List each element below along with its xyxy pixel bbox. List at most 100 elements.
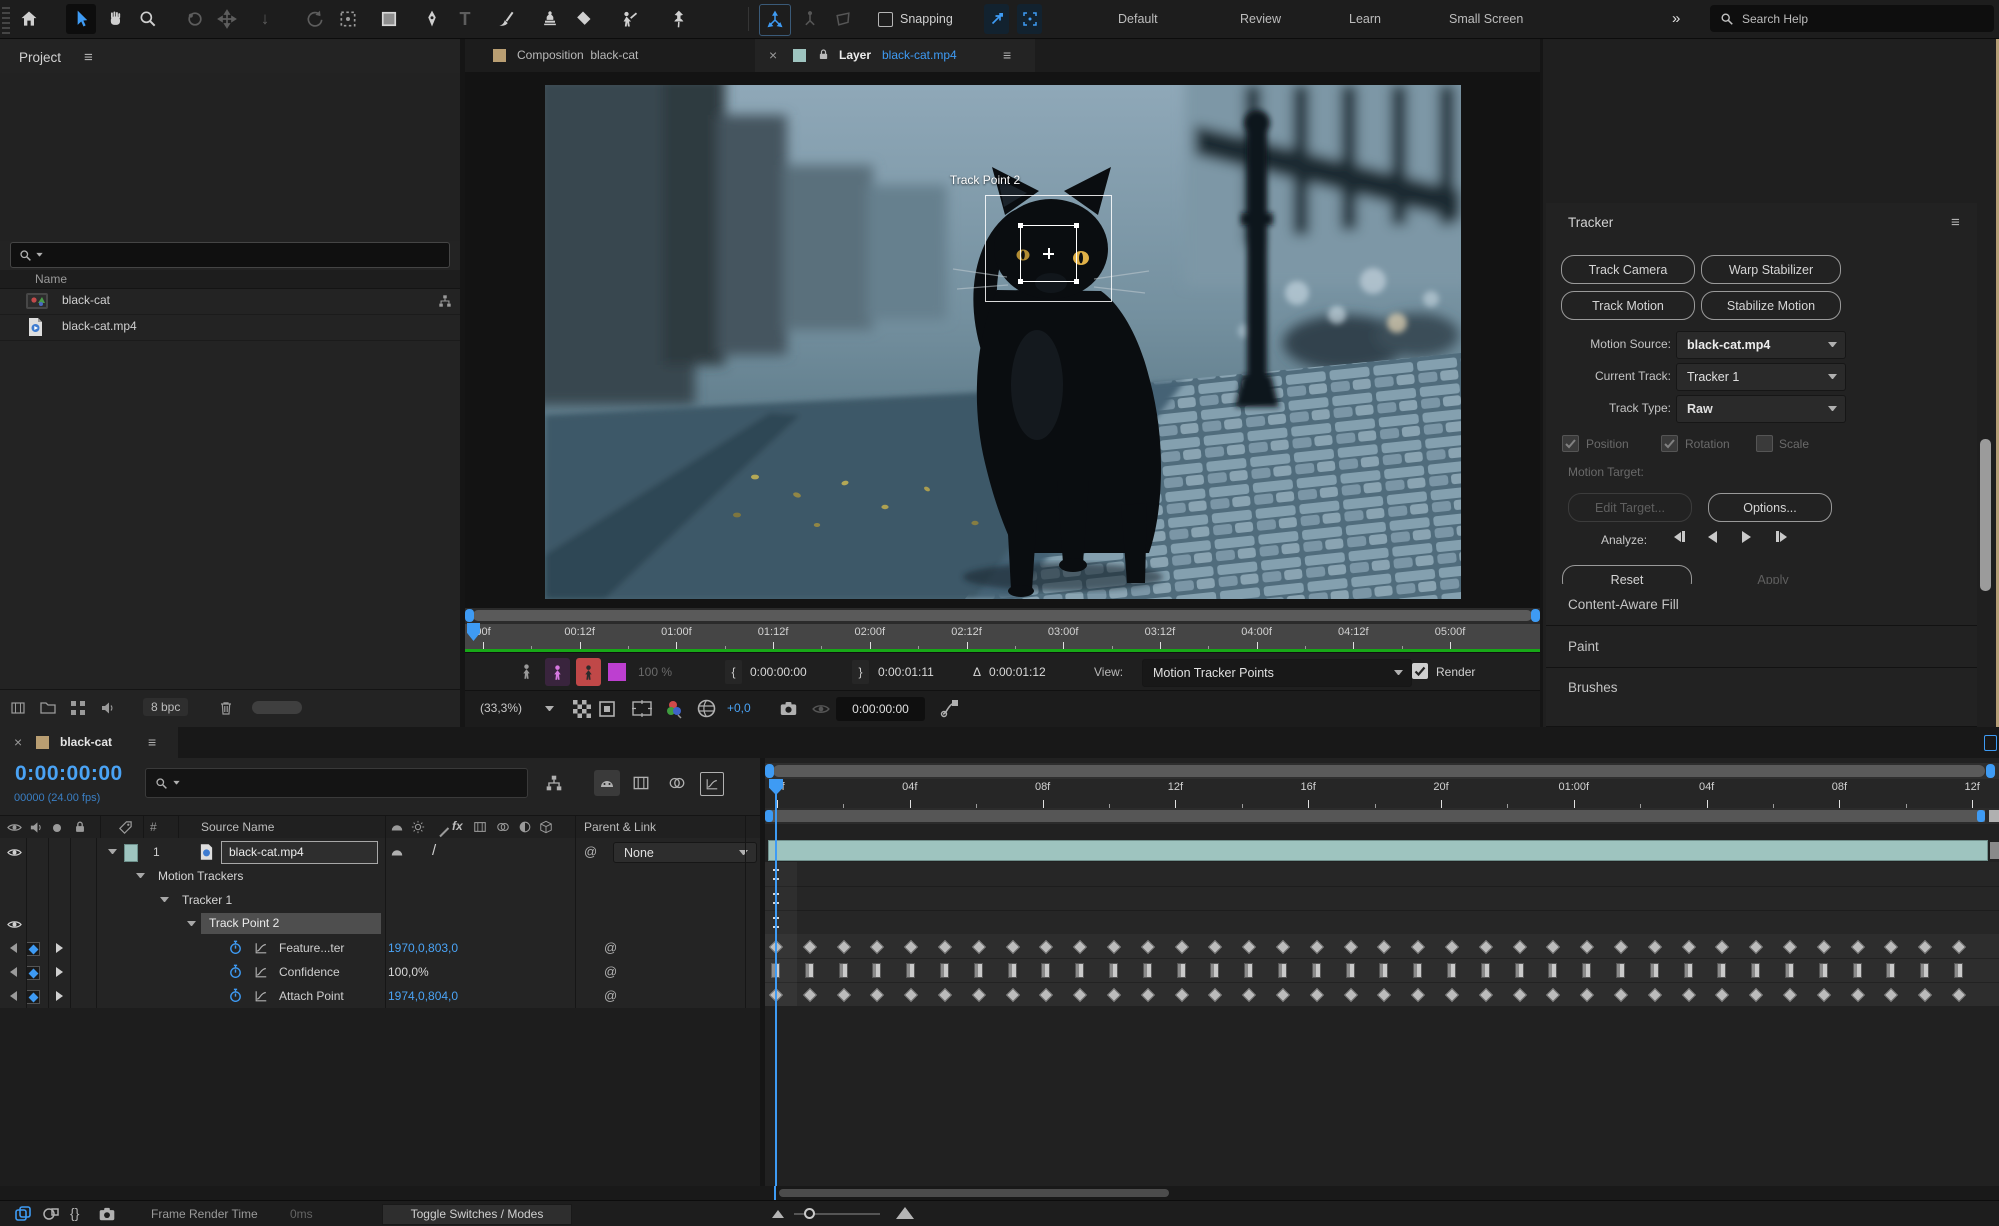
keyframe-marker[interactable] bbox=[1343, 987, 1358, 1003]
work-area-span[interactable] bbox=[769, 810, 1985, 822]
current-track-dropdown[interactable]: Tracker 1 bbox=[1676, 363, 1846, 391]
scale-checkbox[interactable] bbox=[1756, 435, 1773, 452]
eraser-tool[interactable] bbox=[568, 4, 598, 34]
property-value[interactable]: 100,0% bbox=[388, 960, 429, 984]
keyframe-marker[interactable] bbox=[1073, 987, 1088, 1003]
keyframe-marker[interactable] bbox=[1649, 963, 1659, 978]
bit-depth-button[interactable]: 8 bpc bbox=[143, 698, 189, 716]
stopwatch-icon[interactable] bbox=[228, 964, 243, 979]
keyframe-marker[interactable] bbox=[1920, 963, 1930, 978]
zoom-tool[interactable] bbox=[133, 4, 163, 34]
property-pickwhip-icon[interactable]: @ bbox=[604, 940, 617, 955]
keyframe-marker[interactable] bbox=[904, 939, 919, 955]
layer-quality-icon[interactable]: / bbox=[432, 842, 436, 859]
motion-source-dropdown[interactable]: black-cat.mp4 bbox=[1676, 331, 1846, 359]
track-point-eye-icon[interactable] bbox=[7, 917, 22, 932]
hand-tool[interactable] bbox=[100, 4, 130, 34]
viewer-time-ruler[interactable]: 00f 00:12f 01:00f 01:12f 02:00f 02:12f 03:00f 0… bbox=[465, 623, 1540, 650]
work-area-end-handle[interactable] bbox=[1977, 810, 1985, 822]
property-graph-icon[interactable] bbox=[254, 965, 268, 979]
project-item-footage[interactable]: black-cat.mp4 bbox=[0, 314, 460, 341]
keyframe-marker[interactable] bbox=[904, 987, 919, 1003]
render-order-icon[interactable] bbox=[42, 1205, 60, 1223]
render-checkbox[interactable] bbox=[1412, 663, 1428, 679]
tracker-attach-point-crosshair[interactable] bbox=[1048, 248, 1050, 259]
layer-parent-pickwhip-icon[interactable]: @ bbox=[584, 844, 597, 859]
options-button[interactable]: Options... bbox=[1708, 493, 1832, 522]
prev-keyframe-button[interactable] bbox=[10, 943, 17, 953]
track-type-dropdown[interactable]: Raw bbox=[1676, 395, 1846, 423]
keyframe-marker[interactable] bbox=[1444, 987, 1460, 1003]
next-keyframe-button[interactable] bbox=[56, 967, 63, 977]
layer-bar-end-cap[interactable] bbox=[1990, 842, 1999, 859]
work-area-bar[interactable] bbox=[765, 808, 1999, 824]
viewer-scroll-cap-right[interactable] bbox=[1531, 609, 1540, 622]
keyframe-marker[interactable] bbox=[1886, 963, 1896, 978]
analyze-backward-button[interactable] bbox=[1708, 531, 1717, 546]
prev-keyframe-button[interactable] bbox=[10, 967, 17, 977]
composition-mini-flowchart-icon[interactable] bbox=[545, 774, 563, 792]
rotation-tool[interactable] bbox=[300, 4, 330, 34]
composition-tab[interactable]: Composition black-cat bbox=[517, 48, 638, 62]
keyframe-marker[interactable] bbox=[1749, 939, 1764, 955]
layer-tab-menu-icon[interactable]: ≡ bbox=[1003, 47, 1011, 63]
property-value[interactable]: 1974,0,804,0 bbox=[388, 984, 458, 1008]
keyframe-marker[interactable] bbox=[872, 963, 882, 978]
preview-person-icon[interactable] bbox=[518, 662, 535, 681]
tracker-handle[interactable] bbox=[1018, 279, 1023, 284]
clone-stamp-tool[interactable] bbox=[535, 4, 565, 34]
edit-target-button[interactable]: Edit Target... bbox=[1568, 493, 1692, 522]
workspace-learn[interactable]: Learn bbox=[1349, 0, 1381, 38]
pen-tool[interactable] bbox=[417, 4, 447, 34]
view-axis-mode[interactable] bbox=[828, 4, 858, 34]
timeline-mini-film-icon[interactable] bbox=[1984, 735, 1997, 751]
graph-editor-toggle[interactable] bbox=[700, 772, 724, 796]
keyframe-marker[interactable] bbox=[1715, 987, 1730, 1003]
roto-brush-tool[interactable] bbox=[614, 4, 644, 34]
keyframe-marker[interactable] bbox=[1647, 987, 1662, 1003]
analyze-forward-button[interactable] bbox=[1742, 531, 1751, 546]
camera-marquee-tool[interactable] bbox=[333, 4, 363, 34]
keyframe-marker[interactable] bbox=[1954, 963, 1963, 978]
timeline-tab[interactable]: × black-cat ≡ bbox=[0, 727, 178, 758]
orbit-camera-tool[interactable] bbox=[180, 4, 210, 34]
feature-region-toggle[interactable] bbox=[545, 658, 570, 686]
keyframe-marker[interactable] bbox=[1580, 987, 1595, 1003]
keyframe-marker[interactable] bbox=[1647, 939, 1662, 955]
keyframe-marker[interactable] bbox=[1174, 939, 1189, 955]
keyframe-marker[interactable] bbox=[1343, 939, 1358, 955]
workspace-small-screen[interactable]: Small Screen bbox=[1449, 0, 1523, 38]
property-row-confidence[interactable]: Confidence 100,0% @ bbox=[0, 960, 760, 984]
keyframe-marker[interactable] bbox=[1751, 963, 1761, 978]
add-keyframe-diamond[interactable] bbox=[26, 990, 40, 1004]
zoom-in-mountain-icon[interactable] bbox=[896, 1207, 914, 1219]
keyframe-marker[interactable] bbox=[971, 939, 986, 955]
keyframe-marker[interactable] bbox=[1242, 987, 1257, 1003]
toggle-switches-modes-button[interactable]: Toggle Switches / Modes bbox=[382, 1204, 572, 1225]
keyframe-marker[interactable] bbox=[836, 987, 851, 1003]
keyframe-marker[interactable] bbox=[1174, 987, 1189, 1003]
snap-to-features-toggle[interactable] bbox=[1017, 4, 1042, 34]
keyframe-marker[interactable] bbox=[804, 963, 814, 978]
keyframe-marker[interactable] bbox=[1377, 987, 1392, 1003]
keyframe-rows-band[interactable] bbox=[765, 934, 1999, 1006]
in-point-value[interactable]: 0:00:00:00 bbox=[750, 665, 807, 679]
keyframe-marker[interactable] bbox=[937, 939, 953, 955]
keyframe-marker[interactable] bbox=[1782, 987, 1798, 1003]
keyframe-marker[interactable] bbox=[1377, 939, 1392, 955]
selection-tool[interactable] bbox=[66, 4, 96, 34]
keyframe-marker[interactable] bbox=[1007, 963, 1017, 978]
keyframe-marker[interactable] bbox=[870, 987, 885, 1003]
view-dropdown[interactable]: Motion Tracker Points bbox=[1142, 659, 1412, 687]
keyframe-marker[interactable] bbox=[1106, 939, 1122, 955]
home-button[interactable] bbox=[14, 4, 44, 34]
keyframe-marker[interactable] bbox=[1208, 939, 1223, 955]
exposure-value[interactable]: +0,0 bbox=[727, 701, 751, 715]
right-dock-scrollbar[interactable] bbox=[1980, 439, 1991, 591]
work-area-corner[interactable] bbox=[1989, 810, 1999, 822]
keyframe-marker[interactable] bbox=[1480, 963, 1490, 978]
keyframe-marker[interactable] bbox=[1275, 987, 1291, 1003]
property-row-attach-point[interactable]: Attach Point 1974,0,804,0 @ bbox=[0, 984, 760, 1008]
tracker-handle[interactable] bbox=[1074, 279, 1079, 284]
keyframe-marker[interactable] bbox=[1109, 963, 1118, 978]
